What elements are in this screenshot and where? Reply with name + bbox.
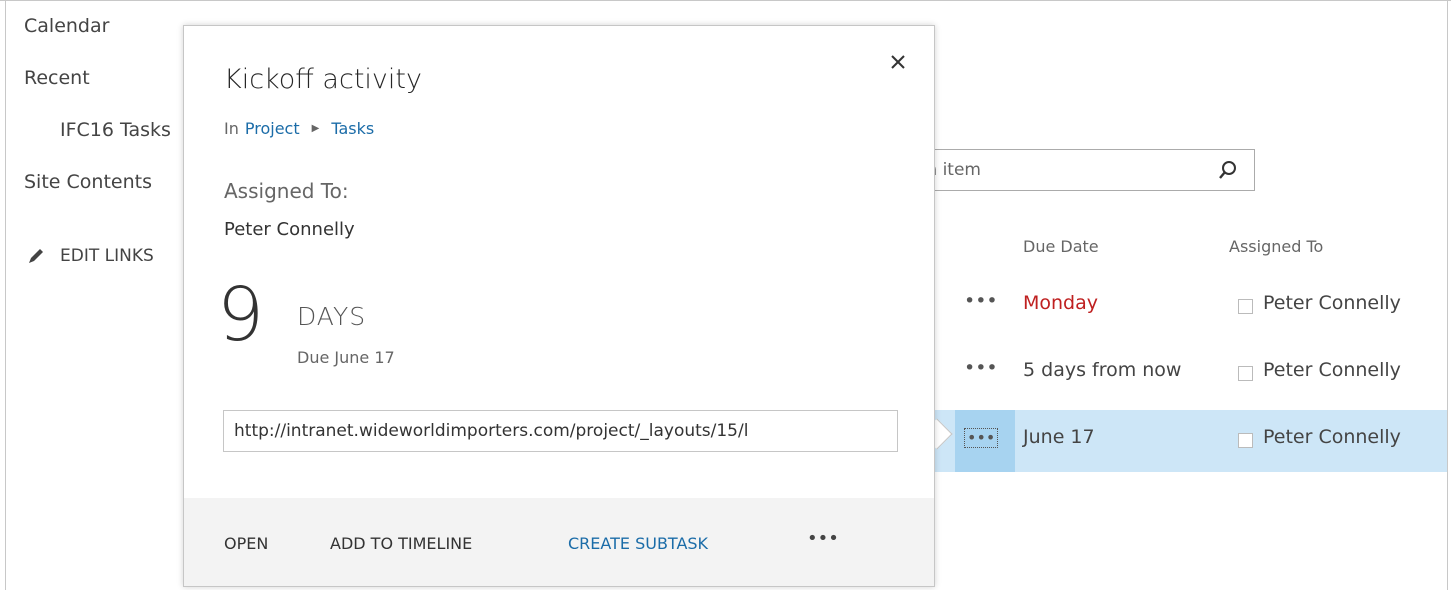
table-row[interactable]: ••• Monday Peter Connelly xyxy=(880,276,1447,338)
url-field xyxy=(223,410,898,452)
assigned-to-label: Assigned To: xyxy=(224,179,349,203)
due-date-text: Due June 17 xyxy=(297,348,395,367)
nav-item-calendar[interactable]: Calendar xyxy=(24,15,109,37)
item-url-input[interactable] xyxy=(224,411,897,451)
breadcrumb-prefix: In xyxy=(224,119,239,138)
breadcrumb-link-tasks[interactable]: Tasks xyxy=(331,119,374,138)
frame-top-border xyxy=(0,0,1451,1)
edit-links-button[interactable]: EDIT LINKS xyxy=(26,246,154,266)
row-due-date: June 17 xyxy=(1023,426,1095,448)
frame-right-border xyxy=(1447,0,1448,590)
days-remaining-label: DAYS xyxy=(297,302,367,331)
search-box xyxy=(880,149,1255,191)
nav-item-ifc16-tasks[interactable]: IFC16 Tasks xyxy=(60,119,171,141)
nav-item-site-contents[interactable]: Site Contents xyxy=(24,171,152,193)
more-actions-button[interactable]: ••• xyxy=(807,528,839,549)
table-row-selected[interactable]: ••• June 17 Peter Connelly xyxy=(880,410,1447,472)
open-button[interactable]: OPEN xyxy=(224,534,268,553)
row-assigned-to[interactable]: Peter Connelly xyxy=(1263,426,1401,448)
column-header-due-date[interactable]: Due Date xyxy=(1023,237,1099,256)
row-menu-ellipsis[interactable]: ••• xyxy=(964,290,998,312)
assigned-to-value: Peter Connelly xyxy=(224,219,355,240)
callout-title: Kickoff activity xyxy=(224,64,422,95)
days-remaining-number: 9 xyxy=(217,272,265,358)
breadcrumb: In Project ▶ Tasks xyxy=(224,119,374,138)
row-menu-ellipsis[interactable]: ••• xyxy=(964,357,998,379)
table-row[interactable]: ••• 5 days from now Peter Connelly xyxy=(880,343,1447,405)
pencil-icon xyxy=(29,249,43,263)
row-checkbox[interactable] xyxy=(1238,366,1253,381)
create-subtask-button[interactable]: CREATE SUBTASK xyxy=(568,534,708,553)
row-assigned-to[interactable]: Peter Connelly xyxy=(1263,292,1401,314)
callout-footer: OPEN ADD TO TIMELINE CREATE SUBTASK ••• xyxy=(184,498,934,586)
close-icon[interactable] xyxy=(887,51,909,73)
row-assigned-to[interactable]: Peter Connelly xyxy=(1263,359,1401,381)
add-to-timeline-button[interactable]: ADD TO TIMELINE xyxy=(330,534,472,553)
row-menu-ellipsis[interactable]: ••• xyxy=(964,428,999,448)
frame-left-border xyxy=(5,0,6,590)
edit-links-label: EDIT LINKS xyxy=(60,246,154,266)
breadcrumb-link-project[interactable]: Project xyxy=(245,119,300,138)
row-due-date: Monday xyxy=(1023,292,1099,314)
task-callout: Kickoff activity In Project ▶ Tasks Assi… xyxy=(183,25,935,587)
search-icon[interactable] xyxy=(1218,160,1238,180)
row-due-date: 5 days from now xyxy=(1023,359,1182,381)
column-header-assigned-to[interactable]: Assigned To xyxy=(1229,237,1323,256)
breadcrumb-separator-icon: ▶ xyxy=(311,123,320,134)
nav-item-recent[interactable]: Recent xyxy=(24,67,90,89)
row-checkbox[interactable] xyxy=(1238,299,1253,314)
row-checkbox[interactable] xyxy=(1238,433,1253,448)
